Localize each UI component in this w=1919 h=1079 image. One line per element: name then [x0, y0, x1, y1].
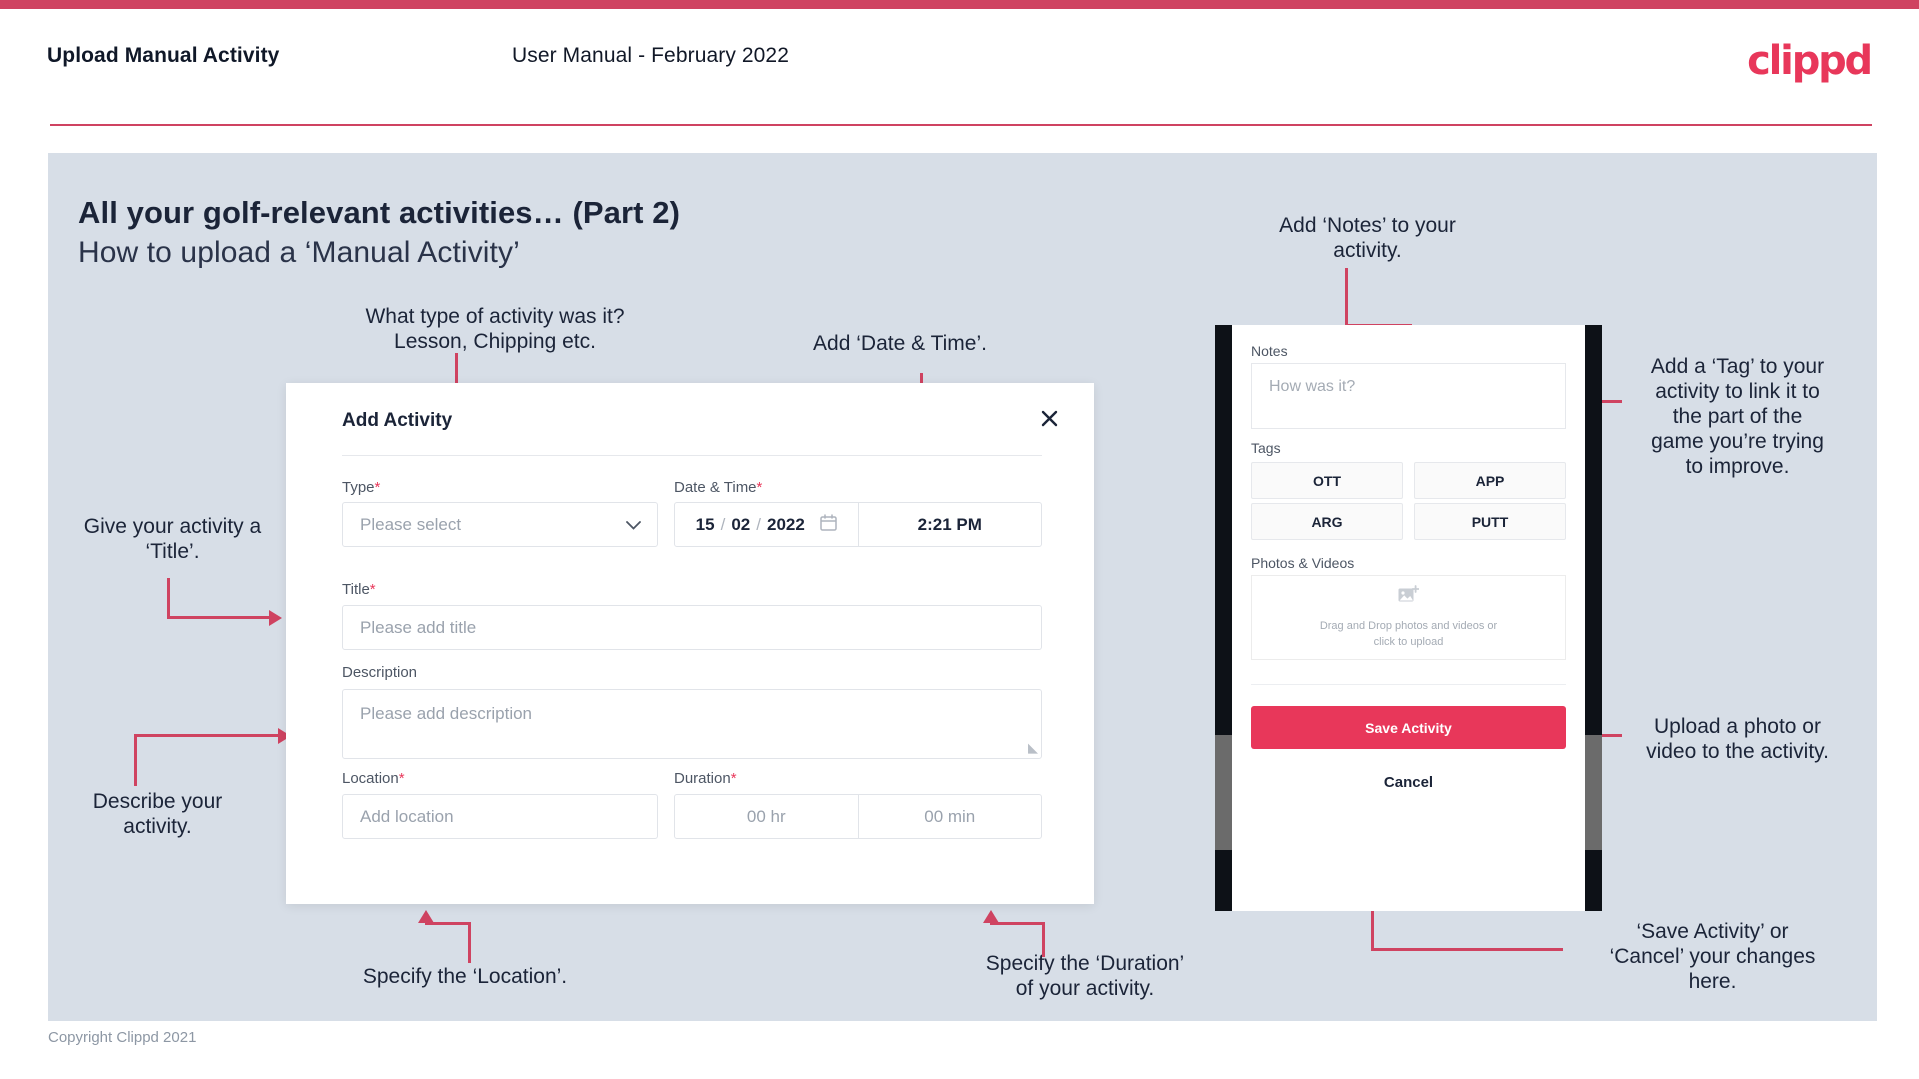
notes-placeholder: How was it?	[1269, 378, 1356, 395]
phone-button-left	[1215, 735, 1232, 850]
date-sep-1: /	[720, 514, 726, 534]
type-select[interactable]: Please select	[342, 502, 658, 547]
datetime-field: 15 / 02 / 2022 2:21 PM	[674, 502, 1042, 547]
time-input[interactable]: 2:21 PM	[859, 503, 1042, 546]
annotation-title: Give your activity a ‘Title’.	[83, 515, 262, 563]
resize-grip-icon[interactable]: ◢	[1028, 740, 1038, 756]
annotation-photos: Upload a photo or video to the activity.	[1646, 715, 1829, 763]
annotation-duration: Specify the ‘Duration’ of your activity.	[985, 952, 1185, 1000]
duration-hours-placeholder: 00 hr	[746, 806, 786, 826]
add-image-icon	[1398, 584, 1420, 609]
tags-label: Tags	[1251, 440, 1281, 456]
chevron-down-icon	[626, 515, 641, 535]
connector-title-h	[167, 616, 271, 619]
phone-screen: Notes How was it? Tags OTT APP ARG PUTT …	[1232, 325, 1585, 911]
dialog-divider	[342, 455, 1042, 456]
title-label: Title*	[342, 581, 376, 598]
annotation-notes: Add ‘Notes’ to your activity.	[1279, 214, 1456, 262]
connector-sc-h	[1371, 948, 1563, 951]
annotation-location: Specify the ‘Location’.	[362, 965, 568, 988]
connector-title-arrow	[269, 610, 282, 626]
clippd-logo: clippd	[1747, 38, 1873, 84]
add-activity-dialog: Add Activity Type* Please select Date & …	[286, 383, 1094, 904]
location-input[interactable]: Add location	[342, 794, 658, 839]
tag-ott[interactable]: OTT	[1251, 462, 1403, 499]
connector-desc-v	[134, 734, 137, 786]
tag-putt[interactable]: PUTT	[1414, 503, 1566, 540]
title-input[interactable]: Please add title	[342, 605, 1042, 650]
photos-label: Photos & Videos	[1251, 555, 1355, 571]
save-activity-button[interactable]: Save Activity	[1251, 706, 1566, 749]
date-sep-2: /	[756, 514, 761, 534]
date-day: 15	[695, 514, 715, 534]
type-label: Type*	[342, 479, 381, 496]
duration-minutes-input[interactable]: 00 min	[859, 795, 1042, 838]
annotation-datetime: Add ‘Date & Time’.	[813, 332, 987, 355]
date-year: 2022	[766, 514, 805, 534]
notes-label: Notes	[1251, 343, 1288, 359]
duration-minutes-placeholder: 00 min	[924, 806, 976, 826]
page-subtitle: User Manual - February 2022	[512, 44, 789, 67]
photo-dropzone[interactable]: Drag and Drop photos and videos or click…	[1251, 575, 1566, 660]
description-placeholder: Please add description	[360, 704, 533, 723]
annotation-save-cancel: ‘Save Activity’ or ‘Cancel’ your changes…	[1609, 920, 1816, 993]
connector-desc-h	[134, 734, 280, 737]
annotation-description: Describe your activity.	[92, 790, 223, 838]
tag-arg[interactable]: ARG	[1251, 503, 1403, 540]
location-label: Location*	[342, 770, 405, 787]
photo-dropzone-hint: Drag and Drop photos and videos or click…	[1319, 619, 1498, 648]
location-placeholder: Add location	[360, 806, 454, 826]
header-divider	[50, 124, 1872, 126]
top-accent-bar	[0, 0, 1919, 9]
datetime-label: Date & Time*	[674, 479, 763, 496]
connector-dur-arrow	[983, 910, 999, 923]
phone-button-right	[1585, 735, 1602, 850]
phone-divider	[1251, 684, 1566, 685]
duration-field: 00 hr 00 min	[674, 794, 1042, 839]
duration-required: *	[730, 770, 737, 787]
location-required: *	[398, 770, 405, 787]
close-icon[interactable]	[1032, 401, 1066, 435]
title-placeholder: Please add title	[360, 617, 477, 637]
notes-textarea[interactable]: How was it?	[1251, 363, 1566, 429]
annotation-type: What type of activity was it? Lesson, Ch…	[365, 305, 625, 353]
cancel-button[interactable]: Cancel	[1251, 765, 1566, 799]
connector-dur-v	[1042, 925, 1045, 957]
connector-loc-v	[468, 925, 471, 963]
connector-notes-v	[1345, 268, 1348, 326]
type-placeholder: Please select	[360, 514, 462, 534]
title-required: *	[369, 581, 376, 598]
duration-label: Duration*	[674, 770, 737, 787]
connector-title-v	[167, 578, 170, 618]
time-value: 2:21 PM	[917, 514, 982, 534]
connector-loc-arrow	[418, 910, 434, 923]
copyright-footer: Copyright Clippd 2021	[48, 1029, 197, 1046]
description-textarea[interactable]: Please add description ◢	[342, 689, 1042, 759]
slide-heading: All your golf-relevant activities… (Part…	[78, 195, 681, 230]
description-label: Description	[342, 664, 418, 681]
phone-mockup: Notes How was it? Tags OTT APP ARG PUTT …	[1215, 325, 1602, 911]
slide-subheading: How to upload a ‘Manual Activity’	[78, 236, 520, 269]
date-month: 02	[731, 514, 751, 534]
page-title: Upload Manual Activity	[47, 44, 280, 67]
type-required: *	[374, 479, 381, 496]
duration-hours-input[interactable]: 00 hr	[675, 795, 859, 838]
tag-app[interactable]: APP	[1414, 462, 1566, 499]
calendar-icon[interactable]	[820, 513, 837, 536]
dialog-title: Add Activity	[342, 410, 453, 431]
date-input[interactable]: 15 / 02 / 2022	[675, 503, 859, 546]
datetime-required: *	[756, 479, 763, 496]
annotation-tags: Add a ‘Tag’ to your activity to link it …	[1650, 355, 1825, 478]
